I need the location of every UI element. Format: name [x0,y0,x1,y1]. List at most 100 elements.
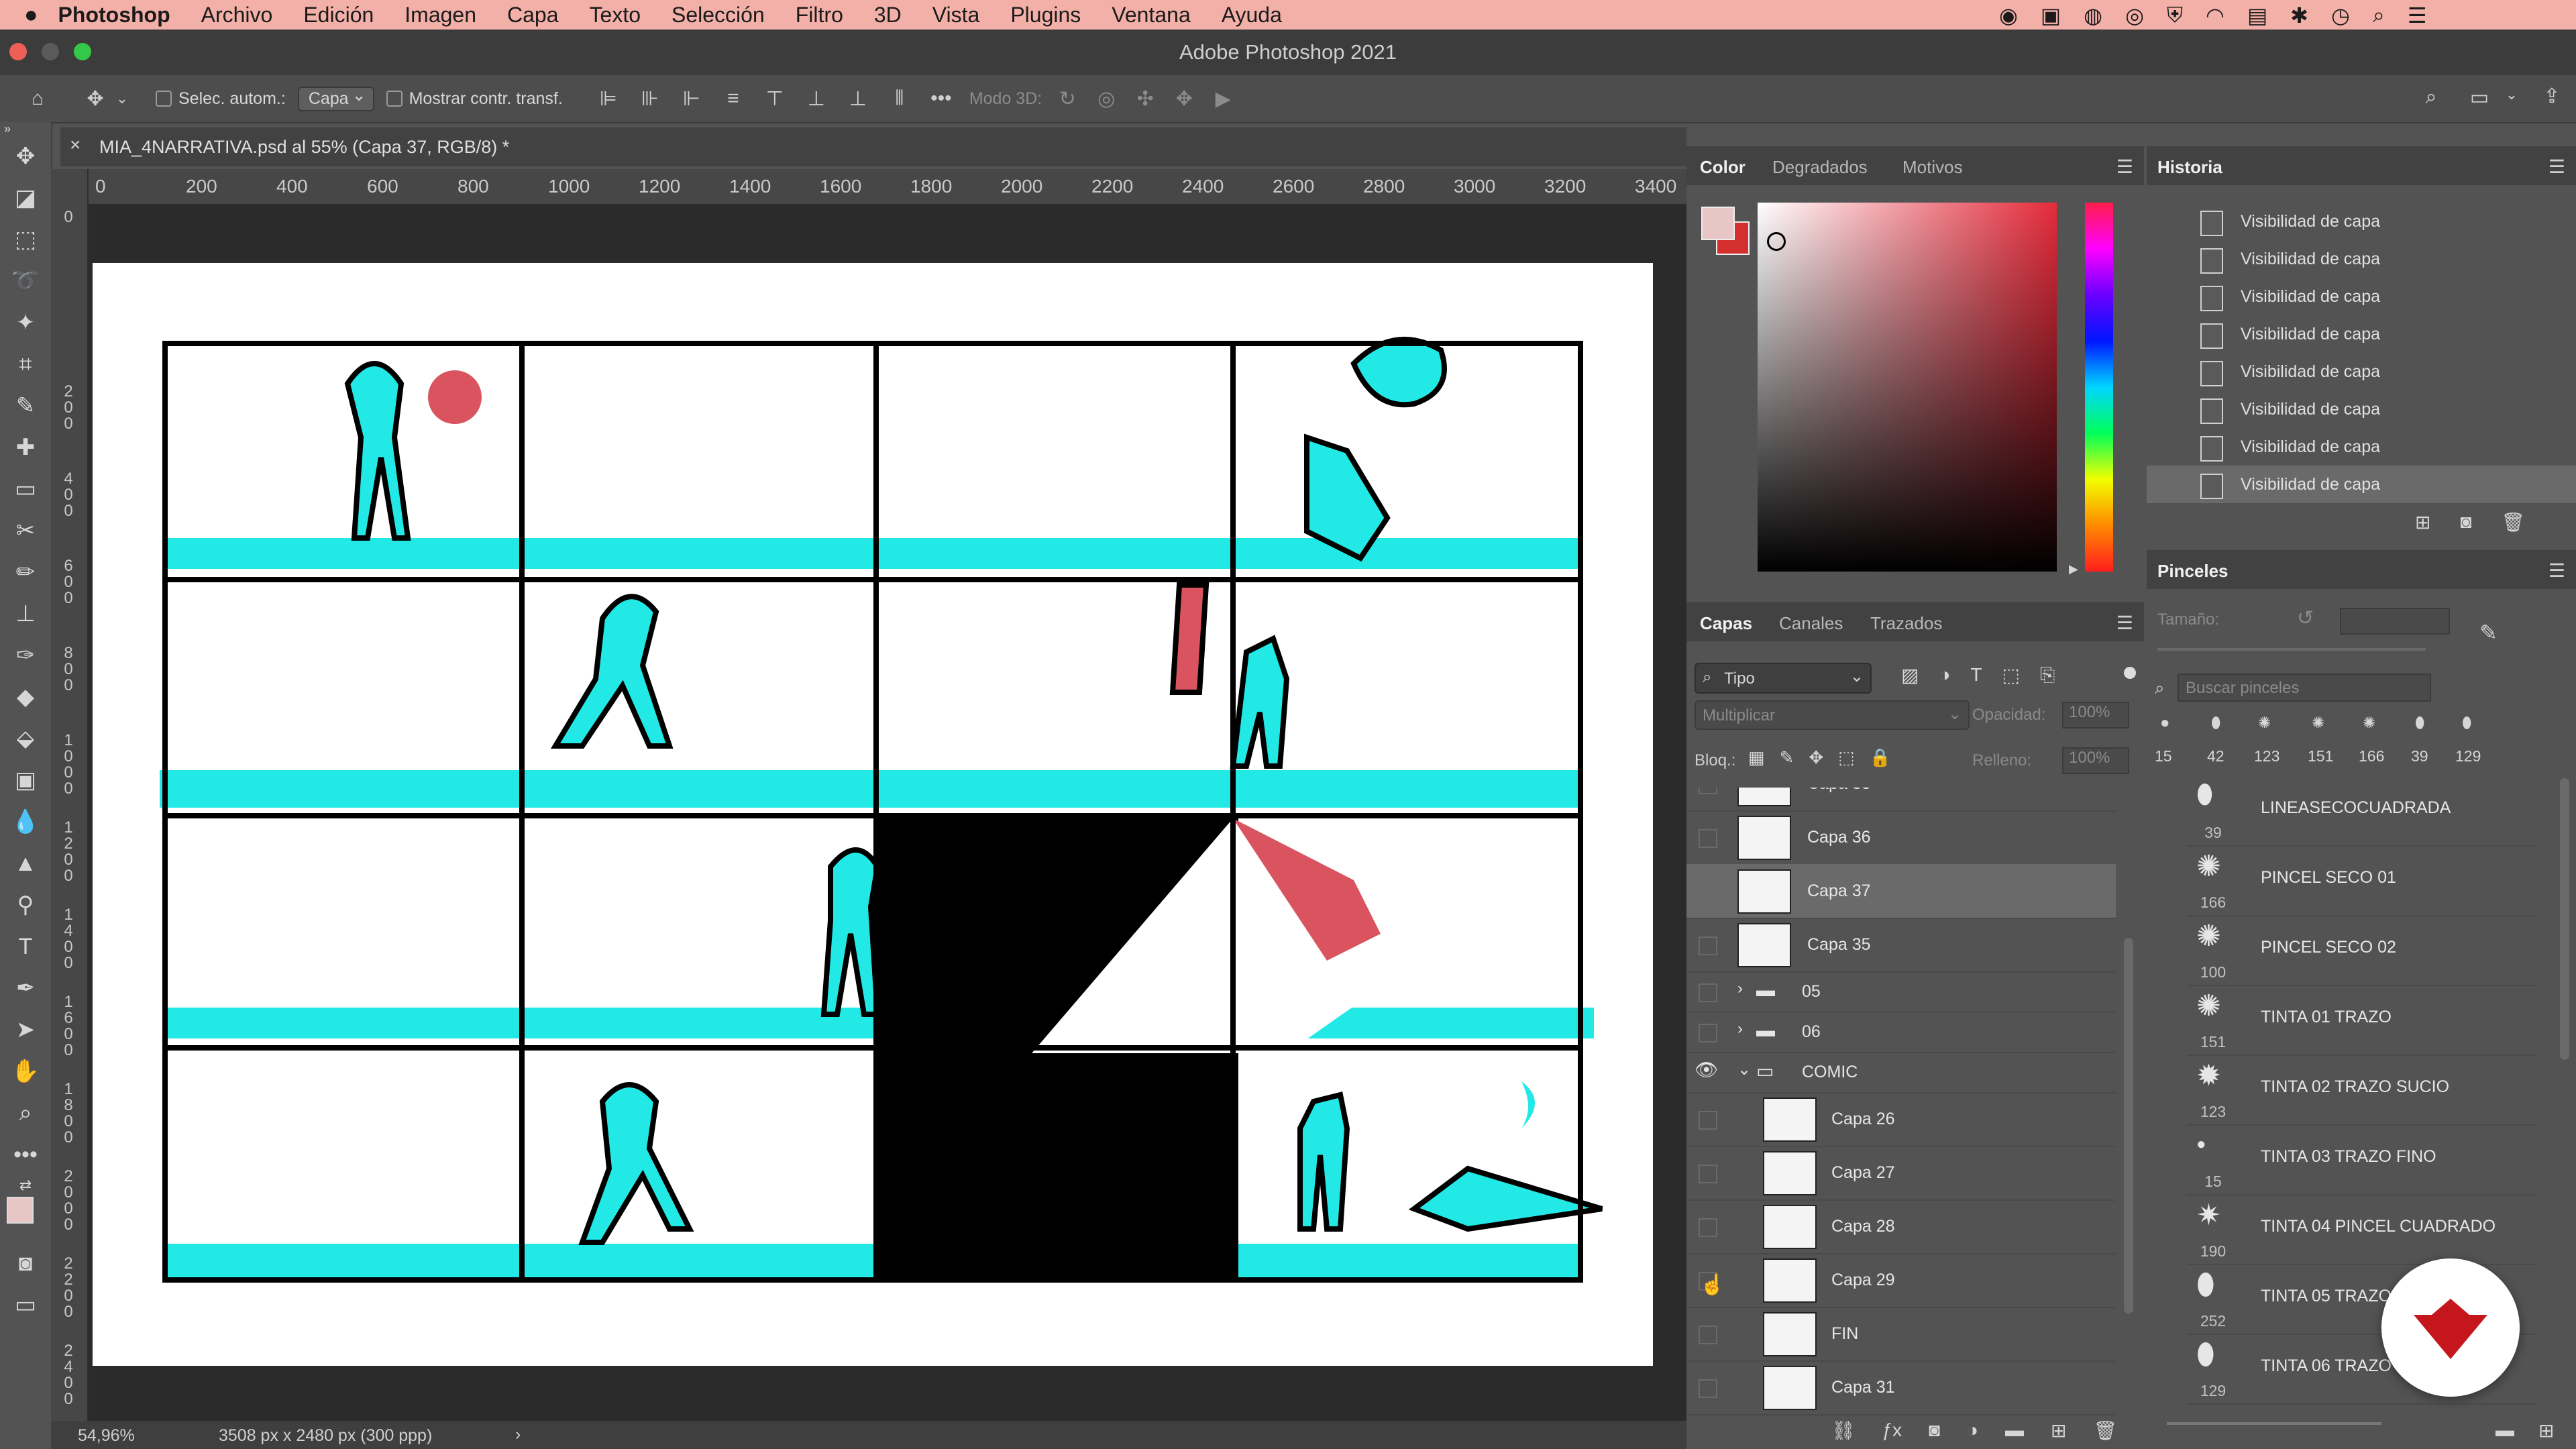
layer-name[interactable]: Capa 35 [1807,935,1871,955]
brush-tip-icon[interactable]: ⬮ [2462,714,2471,732]
auto-select-checkbox[interactable] [156,91,172,107]
swap-colors-icon[interactable]: ⇄ [0,1175,51,1195]
layer-visibility-toggle[interactable] [1699,829,1717,848]
show-transform-checkbox[interactable] [386,91,402,107]
shape-filter-icon[interactable]: ⬚ [2002,664,2020,686]
dodge-tool-icon[interactable]: ⚲ [0,884,51,926]
reset-size-icon[interactable]: ↺ [2297,606,2314,630]
history-item[interactable]: Visibilidad de capa [2147,203,2576,240]
panel-menu-icon[interactable]: ☰ [2548,156,2565,178]
menu-item-ventana[interactable]: Ventana [1112,3,1190,28]
tab-canales[interactable]: Canales [1779,613,1843,634]
layer-name[interactable]: Capa 31 [1831,1378,1895,1397]
menu-item-ayuda[interactable]: Ayuda [1222,3,1282,28]
layer-name[interactable]: Capa 29 [1831,1271,1895,1290]
brush-tool-icon[interactable]: ✏ [0,551,51,593]
search-icon[interactable]: ⌕ [2418,86,2445,109]
brush-item[interactable]: ⬮ LINEASECOCUADRADA 39 [2187,775,2536,847]
move-tool-icon[interactable]: ✥ [82,87,109,111]
screen-mode-icon[interactable]: ▭ [0,1284,51,1326]
layer-name[interactable]: Capa 33 [1807,788,1871,794]
type-tool-icon[interactable]: T [0,926,51,967]
layer-visibility-toggle[interactable] [1699,1024,1717,1042]
layer-name[interactable]: Capa 27 [1831,1163,1895,1183]
eraser-tool-icon[interactable]: ◆ [0,676,51,718]
snapshot-icon[interactable]: ◙ [2460,511,2471,533]
align-middle-icon[interactable]: ⊥ [803,87,830,111]
auto-select-dropdown[interactable]: Capa [297,85,374,111]
layer-row[interactable]: ☝ Capa 29 [1686,1253,2116,1308]
adjustment-layer-icon[interactable]: ◑ [1967,1419,1978,1449]
group-name[interactable]: 06 [1802,1022,1821,1042]
camera-3d-icon[interactable]: ▶ [1210,87,1236,111]
control-center-icon[interactable]: ☰ [2408,3,2427,28]
size-input[interactable] [2340,608,2450,635]
hue-slider-handle[interactable]: ▶ [2069,562,2078,576]
pan-3d-icon[interactable]: ✣ [1132,87,1159,111]
history-item[interactable]: Visibilidad de capa [2147,240,2576,278]
saturation-field[interactable] [1758,203,2057,572]
layer-visibility-toggle[interactable] [1699,1218,1717,1237]
menu-item-filtro[interactable]: Filtro [796,3,843,28]
close-tab-icon[interactable]: × [70,134,80,156]
history-item[interactable]: Visibilidad de capa [2147,315,2576,353]
orbit-3d-icon[interactable]: ↻ [1054,87,1081,111]
layer-visibility-toggle[interactable] [1699,1165,1717,1183]
color-swatches[interactable] [0,1195,51,1242]
zoom-level[interactable]: 54,96% [78,1426,135,1446]
layer-name[interactable]: Capa 36 [1807,828,1871,847]
brush-tip-icon[interactable]: ✺ [2258,714,2271,732]
app-tray-icon[interactable]: ▣ [2041,3,2061,28]
blur-tool-icon[interactable]: 💧 [0,801,51,843]
menu-item-seleccion[interactable]: Selección [672,3,765,28]
blend-mode-dropdown[interactable]: Multiplicar ⌄ [1695,700,1970,730]
adjustment-filter-icon[interactable]: ◑ [1939,664,1950,686]
tab-motivos[interactable]: Motivos [1902,157,1963,178]
wifi-icon[interactable]: ◠ [2206,3,2224,28]
align-bottom-icon[interactable]: ⊥ [845,87,871,111]
distribute-icon[interactable]: ≡ [720,87,747,111]
menu-item-3d[interactable]: 3D [874,3,902,28]
layer-visibility-toggle[interactable] [1699,1111,1717,1130]
eye-icon[interactable]: 👁 [1695,1059,1719,1081]
brush-tip-icon[interactable]: ✺ [2312,714,2324,732]
hand-tool-icon[interactable]: ✋ [0,1051,51,1092]
path-select-icon[interactable]: ➤ [0,1009,51,1051]
brush-item[interactable]: ✺ PINCEL SECO 02 100 [2187,915,2536,986]
bluetooth-icon[interactable]: ✱ [2290,3,2308,28]
creative-cloud-icon[interactable]: ◉ [1999,3,2018,28]
layer-group-row-open[interactable]: 👁 ⌄ ▭ COMIC [1686,1052,2116,1093]
vpn-icon[interactable]: ◍ [2084,3,2102,28]
status-arrow-icon[interactable]: › [515,1425,521,1444]
workspace-icon[interactable]: ▭ [2466,86,2493,109]
new-group-icon[interactable]: ▬ [2005,1419,2024,1449]
document-canvas[interactable] [93,263,1653,1366]
menu-app-name[interactable]: Photoshop [58,3,170,28]
layer-visibility-toggle[interactable] [1699,936,1717,955]
home-icon[interactable]: ⌂ [24,87,51,110]
layer-row[interactable]: Capa 31 [1686,1360,2116,1415]
magic-wand-icon[interactable]: ✦ [0,302,51,343]
brush-tip-icon[interactable]: ✺ [2363,714,2375,732]
layer-row[interactable]: Capa 36 [1686,810,2116,865]
hue-slider[interactable] [2085,203,2113,572]
collapse-icon[interactable]: » [0,122,51,136]
layer-row[interactable]: Capa 27 [1686,1146,2116,1201]
link-layers-icon[interactable]: ⛓ [1831,1419,1856,1449]
layer-group-row[interactable]: › ▬ 06 [1686,1012,2116,1053]
brush-tip-icon[interactable]: ⬮ [2211,714,2220,732]
brush-item[interactable]: ✹ TINTA 02 TRAZO SUCIO 123 [2187,1055,2536,1126]
foreground-swatch[interactable] [7,1197,34,1224]
layer-row[interactable]: Capa 35 [1686,918,2116,973]
tab-capas[interactable]: Capas [1700,613,1752,634]
layer-name[interactable]: FIN [1831,1324,1858,1344]
group-name[interactable]: 05 [1802,982,1821,1002]
stamp-tool-icon[interactable]: ⊥ [0,593,51,635]
panel-menu-icon[interactable]: ☰ [2116,156,2133,178]
brush-item[interactable]: ✺ PINCEL SECO 01 166 [2187,845,2536,916]
menu-item-vista[interactable]: Vista [932,3,980,28]
chevron-down-icon[interactable]: ⌄ [2498,86,2525,103]
crop-tool-icon[interactable]: ⌗ [0,343,51,385]
opacity-input[interactable]: 100% [2062,702,2129,729]
layer-group-row[interactable]: › ▬ 05 [1686,971,2116,1013]
